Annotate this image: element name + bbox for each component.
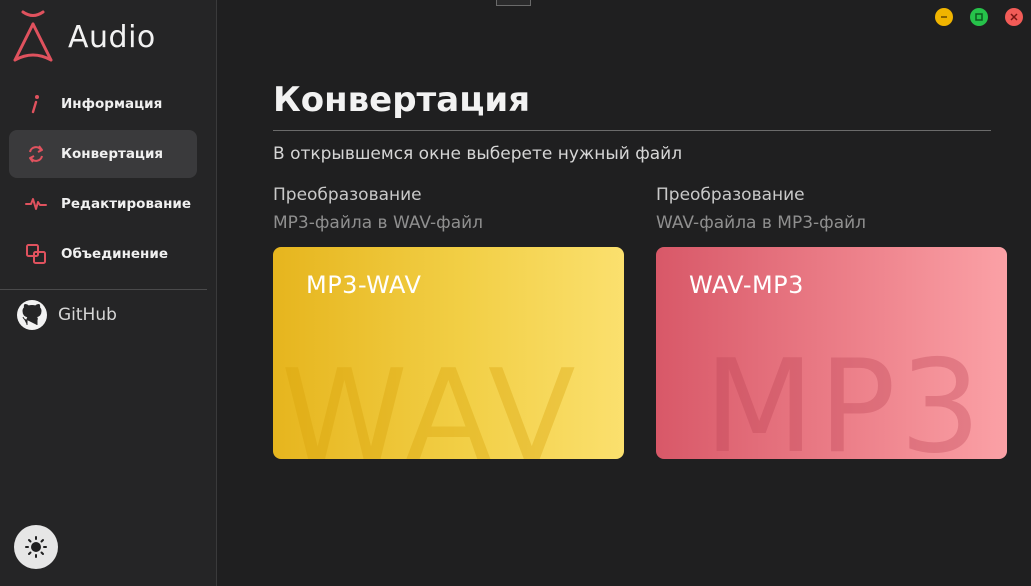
- option-wav-mp3-info: Преобразование WAV-файла в MP3-файл: [656, 183, 866, 235]
- card-watermark: MP3: [704, 333, 986, 459]
- app-name: Audio: [68, 19, 156, 55]
- title-divider: [273, 130, 991, 131]
- sidebar-item-label: Конвертация: [61, 146, 164, 162]
- sidebar-item-label: Редактирование: [61, 196, 192, 212]
- merge-icon: [25, 243, 47, 265]
- sidebar-item-label: Информация: [61, 96, 163, 112]
- option-description: WAV-файла в MP3-файл: [656, 213, 867, 233]
- sidebar-item-convert[interactable]: Конвертация: [9, 130, 197, 178]
- card-watermark: WAV: [281, 343, 580, 459]
- card-label: MP3-WAV: [306, 271, 422, 299]
- option-heading: Преобразование: [273, 185, 422, 205]
- sidebar-item-edit[interactable]: Редактирование: [9, 180, 197, 228]
- github-icon: [17, 300, 47, 330]
- sidebar-divider: [0, 289, 207, 290]
- sidebar-nav: Информация Конвертация Редактирование Об…: [9, 80, 197, 280]
- option-heading: Преобразование: [656, 185, 805, 205]
- github-label: GitHub: [58, 305, 117, 325]
- github-link[interactable]: GitHub: [16, 299, 117, 331]
- app-logo-icon: [13, 10, 53, 62]
- card-label: WAV-MP3: [689, 271, 804, 299]
- minimize-icon: [941, 16, 947, 18]
- maximize-icon: [975, 13, 983, 21]
- waveform-icon: [25, 193, 47, 215]
- theme-toggle-button[interactable]: [14, 525, 58, 569]
- maximize-button[interactable]: [970, 8, 988, 26]
- brand: Audio: [12, 10, 156, 64]
- close-button[interactable]: [1005, 8, 1023, 26]
- convert-icon: [25, 143, 47, 165]
- wav-to-mp3-card[interactable]: MP3 WAV-MP3: [656, 247, 1007, 459]
- sun-icon: [25, 536, 47, 558]
- mp3-to-wav-card[interactable]: WAV MP3-WAV: [273, 247, 624, 459]
- sidebar-item-info[interactable]: Информация: [9, 80, 197, 128]
- close-icon: [1010, 13, 1018, 21]
- page-title: Конвертация: [273, 80, 531, 120]
- page-subtitle: В открывшемся окне выберете нужный файл: [273, 144, 683, 164]
- minimize-button[interactable]: [935, 8, 953, 26]
- option-description: MP3-файла в WAV-файл: [273, 213, 484, 233]
- drag-handle[interactable]: [496, 0, 531, 6]
- sidebar-item-merge[interactable]: Объединение: [9, 230, 197, 278]
- sidebar-item-label: Объединение: [61, 246, 168, 262]
- option-mp3-wav-info: Преобразование MP3-файла в WAV-файл: [273, 183, 483, 235]
- app-window: Audio Информация Конвертация Редактирова…: [0, 0, 1031, 586]
- sidebar: Audio Информация Конвертация Редактирова…: [0, 0, 217, 586]
- info-icon: [25, 93, 47, 115]
